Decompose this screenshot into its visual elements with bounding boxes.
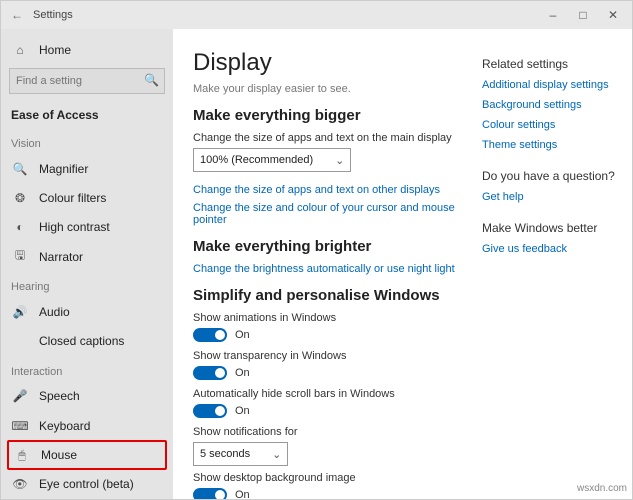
- link-background-settings[interactable]: Background settings: [482, 99, 622, 111]
- sidebar-item-speech[interactable]: 🎤 Speech: [1, 382, 173, 411]
- magnifier-icon: 🔍: [11, 162, 29, 176]
- link-text-other-displays[interactable]: Change the size of apps and text on othe…: [193, 184, 456, 196]
- close-button[interactable]: ✕: [598, 1, 628, 29]
- link-theme-settings[interactable]: Theme settings: [482, 139, 622, 151]
- sidebar-group-main: Ease of Access: [1, 100, 173, 128]
- maximize-button[interactable]: □: [568, 1, 598, 29]
- sidebar-item-label: Mouse: [41, 448, 77, 462]
- eye-icon: 👁: [11, 477, 29, 491]
- toggle-transparency[interactable]: [193, 366, 227, 380]
- link-feedback[interactable]: Give us feedback: [482, 243, 622, 255]
- keyboard-icon: ⌨: [11, 419, 29, 433]
- colour-filters-icon: ❂: [11, 191, 29, 205]
- sidebar-item-home[interactable]: ⌂ Home: [1, 35, 173, 64]
- link-additional-display[interactable]: Additional display settings: [482, 79, 622, 91]
- sidebar-item-label: Eye control (beta): [39, 477, 134, 491]
- narrator-icon: 🖫: [11, 246, 29, 267]
- sidebar-item-label: Colour filters: [39, 191, 106, 205]
- sidebar-item-mouse[interactable]: 🖱 Mouse: [7, 440, 167, 469]
- toggle-state: On: [235, 329, 250, 341]
- toggle-scrollbars[interactable]: [193, 404, 227, 418]
- sidebar-item-audio[interactable]: 🔊 Audio: [1, 297, 173, 326]
- sidebar-item-narrator[interactable]: 🖫 Narrator: [1, 242, 173, 271]
- toggle-state: On: [235, 405, 250, 417]
- better-head: Make Windows better: [482, 221, 622, 235]
- sidebar-item-closed-captions[interactable]: ⑌ Closed captions: [1, 327, 173, 356]
- notifications-label: Show notifications for: [193, 426, 456, 438]
- link-cursor-pointer[interactable]: Change the size and colour of your curso…: [193, 202, 456, 226]
- captions-icon: ⑌: [11, 334, 29, 348]
- section-brighter-title: Make everything brighter: [193, 238, 456, 255]
- link-get-help[interactable]: Get help: [482, 191, 622, 203]
- sidebar-item-keyboard[interactable]: ⌨ Keyboard: [1, 411, 173, 440]
- sidebar-item-label: Magnifier: [39, 162, 88, 176]
- audio-icon: 🔊: [11, 305, 29, 319]
- window-title: Settings: [33, 9, 73, 21]
- sidebar: ⌂ Home 🔍 Ease of Access Vision 🔍 Magnifie…: [1, 29, 173, 499]
- search-box[interactable]: 🔍: [9, 68, 165, 94]
- sidebar-item-magnifier[interactable]: 🔍 Magnifier: [1, 154, 173, 183]
- toggle-state: On: [235, 489, 250, 499]
- chevron-down-icon: ⌄: [272, 448, 281, 461]
- home-icon: ⌂: [11, 43, 29, 57]
- sidebar-item-label: Home: [39, 43, 71, 57]
- search-input[interactable]: [9, 68, 165, 94]
- toggle-animations-label: Show animations in Windows: [193, 312, 456, 324]
- search-icon: 🔍: [144, 73, 159, 87]
- select-value: 5 seconds: [200, 448, 250, 460]
- link-colour-settings[interactable]: Colour settings: [482, 119, 622, 131]
- main-content: Display Make your display easier to see.…: [173, 29, 472, 499]
- sidebar-item-high-contrast[interactable]: ◐ High contrast: [1, 213, 173, 242]
- titlebar: ← Settings – □ ✕: [1, 1, 632, 29]
- toggle-state: On: [235, 367, 250, 379]
- display-size-label: Change the size of apps and text on the …: [193, 132, 456, 144]
- sidebar-item-label: Narrator: [39, 250, 83, 264]
- chevron-down-icon: ⌄: [335, 154, 344, 167]
- sidebar-group-interaction: Interaction: [1, 356, 173, 382]
- right-rail: Related settings Additional display sett…: [472, 29, 632, 499]
- sidebar-item-label: Speech: [39, 389, 80, 403]
- sidebar-item-label: Closed captions: [39, 334, 124, 348]
- page-title: Display: [193, 49, 456, 77]
- watermark: wsxdn.com: [577, 483, 627, 494]
- toggle-scrollbars-label: Automatically hide scroll bars in Window…: [193, 388, 456, 400]
- section-bigger-title: Make everything bigger: [193, 107, 456, 124]
- mouse-icon: 🖱: [13, 448, 31, 463]
- toggle-background[interactable]: [193, 488, 227, 499]
- related-settings-head: Related settings: [482, 57, 622, 71]
- sidebar-item-label: Audio: [39, 305, 70, 319]
- minimize-button[interactable]: –: [538, 1, 568, 29]
- section-simplify-title: Simplify and personalise Windows: [193, 287, 456, 304]
- toggle-animations[interactable]: [193, 328, 227, 342]
- speech-icon: 🎤: [11, 389, 29, 403]
- toggle-transparency-label: Show transparency in Windows: [193, 350, 456, 362]
- page-description: Make your display easier to see.: [193, 83, 456, 95]
- high-contrast-icon: ◐: [11, 220, 29, 234]
- sidebar-item-eye-control[interactable]: 👁 Eye control (beta): [1, 470, 173, 499]
- sidebar-item-label: High contrast: [39, 220, 110, 234]
- select-value: 100% (Recommended): [200, 154, 313, 166]
- notifications-select[interactable]: 5 seconds ⌄: [193, 442, 288, 466]
- link-night-light[interactable]: Change the brightness automatically or u…: [193, 263, 456, 275]
- sidebar-group-vision: Vision: [1, 128, 173, 154]
- sidebar-item-label: Keyboard: [39, 419, 90, 433]
- sidebar-group-hearing: Hearing: [1, 271, 173, 297]
- sidebar-item-colour-filters[interactable]: ❂ Colour filters: [1, 184, 173, 213]
- toggle-background-label: Show desktop background image: [193, 472, 456, 484]
- display-size-select[interactable]: 100% (Recommended) ⌄: [193, 148, 351, 172]
- back-button[interactable]: ←: [5, 8, 29, 22]
- question-head: Do you have a question?: [482, 169, 622, 183]
